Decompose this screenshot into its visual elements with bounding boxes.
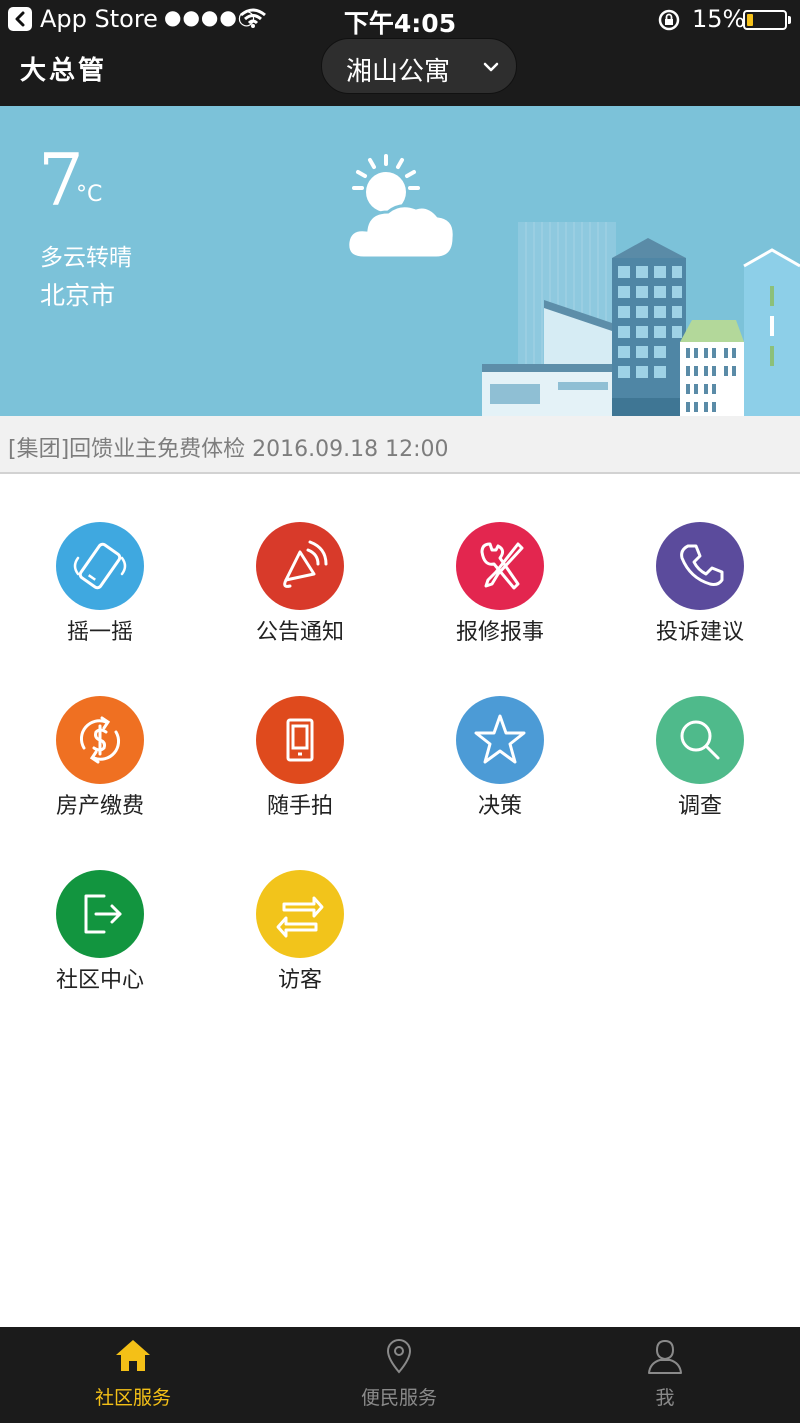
weather-banner[interactable]: 7 °C 多云转晴 北京市 bbox=[0, 106, 800, 416]
user-icon bbox=[648, 1339, 682, 1374]
exit-door-icon bbox=[56, 870, 144, 958]
service-shake[interactable]: 摇一摇 bbox=[0, 474, 200, 648]
ticker-text: [集团]回馈业主免费体检 2016.09.18 12:00 bbox=[8, 437, 449, 462]
news-ticker[interactable]: [集团]回馈业主免费体检 2016.09.18 12:00 bbox=[0, 416, 800, 474]
megaphone-icon bbox=[256, 522, 344, 610]
battery-percent: 15% bbox=[692, 5, 746, 33]
service-label: 公告通知 bbox=[255, 620, 344, 645]
tab-me[interactable]: 我 bbox=[532, 1327, 798, 1423]
home-icon bbox=[116, 1340, 150, 1371]
service-label: 调查 bbox=[677, 794, 722, 819]
service-visitor[interactable]: 访客 bbox=[200, 822, 400, 996]
tab-convenience-services[interactable]: 便民服务 bbox=[266, 1327, 532, 1423]
service-complaint[interactable]: 投诉建议 bbox=[600, 474, 800, 648]
tab-community-services[interactable]: 社区服务 bbox=[0, 1327, 266, 1423]
community-selector[interactable]: 湘山公寓 bbox=[321, 38, 517, 94]
phone-icon bbox=[656, 522, 744, 610]
service-label: 投诉建议 bbox=[655, 620, 744, 645]
chevron-down-icon bbox=[483, 62, 499, 72]
service-label: 房产缴费 bbox=[55, 794, 144, 819]
dollar-refresh-icon bbox=[56, 696, 144, 784]
tab-label: 我 bbox=[655, 1387, 675, 1409]
service-repair[interactable]: 报修报事 bbox=[400, 474, 600, 648]
tab-bar: 社区服务 便民服务 我 bbox=[0, 1327, 800, 1423]
service-survey[interactable]: 调查 bbox=[600, 648, 800, 822]
service-community-center[interactable]: 社区中心 bbox=[0, 822, 200, 996]
partly-cloudy-icon bbox=[346, 154, 456, 260]
service-label: 摇一摇 bbox=[66, 620, 133, 645]
tab-label: 社区服务 bbox=[94, 1387, 171, 1409]
tools-icon bbox=[456, 522, 544, 610]
mobile-camera-icon bbox=[256, 696, 344, 784]
service-label: 访客 bbox=[277, 968, 322, 993]
temperature-unit: °C bbox=[76, 182, 103, 207]
battery-icon bbox=[743, 10, 787, 30]
service-label: 报修报事 bbox=[455, 620, 544, 645]
service-snapshot[interactable]: 随手拍 bbox=[200, 648, 400, 822]
status-time: 下午4:05 bbox=[343, 9, 457, 38]
star-icon bbox=[456, 696, 544, 784]
rotation-lock-icon bbox=[658, 9, 680, 31]
service-label: 社区中心 bbox=[55, 968, 144, 993]
service-label: 随手拍 bbox=[266, 794, 333, 819]
city-skyline-illustration bbox=[482, 222, 800, 416]
app-logo: 大总管 bbox=[20, 56, 108, 86]
app-header: App Store ●●●●○ 下午4:05 15% 大总管 湘山公寓 bbox=[0, 0, 800, 106]
location-pin-icon bbox=[386, 1339, 412, 1374]
service-announcements[interactable]: 公告通知 bbox=[200, 474, 400, 648]
shake-phone-icon bbox=[56, 522, 144, 610]
swap-arrows-icon bbox=[256, 870, 344, 958]
service-decision[interactable]: 决策 bbox=[400, 648, 600, 822]
community-name: 湘山公寓 bbox=[346, 57, 451, 87]
tab-label: 便民服务 bbox=[360, 1387, 437, 1409]
service-property-fee[interactable]: 房产缴费 bbox=[0, 648, 200, 822]
weather-condition: 多云转晴 bbox=[40, 245, 132, 271]
search-icon bbox=[656, 696, 744, 784]
weather-city: 北京市 bbox=[40, 281, 116, 310]
status-bar: App Store ●●●●○ 下午4:05 15% bbox=[0, 0, 800, 40]
service-label: 决策 bbox=[477, 794, 522, 819]
